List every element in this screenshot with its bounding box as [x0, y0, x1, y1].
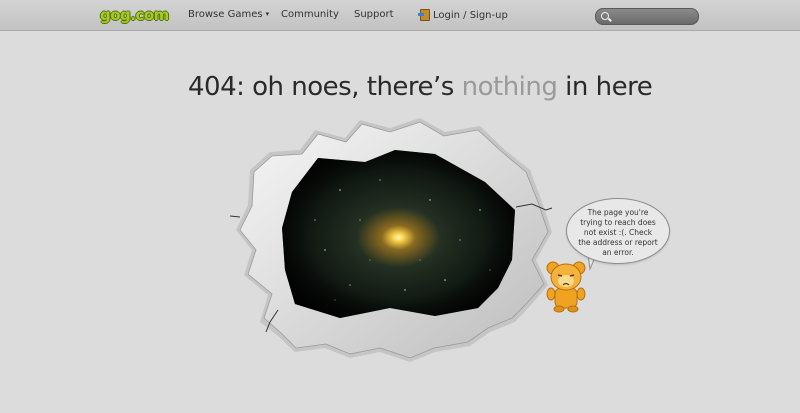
nav-login-label: Login / Sign-up	[433, 10, 508, 21]
login-key-icon	[418, 9, 430, 21]
nav-support[interactable]: Support	[354, 9, 394, 20]
page-title: 404: oh noes, there’s nothing in here	[188, 72, 653, 102]
top-navigation-bar: gog.com Browse Games ▾ Community Support …	[0, 0, 800, 31]
page-title-part1: 404: oh noes, there’s	[188, 72, 462, 102]
nav-login-signup[interactable]: Login / Sign-up	[418, 9, 508, 21]
search-icon[interactable]	[601, 12, 609, 20]
chevron-down-icon: ▾	[265, 10, 270, 18]
torn-hole-illustration	[230, 110, 560, 370]
nav-community[interactable]: Community	[281, 9, 339, 20]
nav-browse-games[interactable]: Browse Games ▾	[188, 9, 269, 20]
search-input[interactable]	[612, 10, 696, 24]
page-title-highlight: nothing	[461, 72, 558, 102]
gog-logo[interactable]: gog.com	[100, 6, 169, 24]
sad-mascot-icon	[546, 261, 586, 313]
nav-browse-games-label: Browse Games	[188, 9, 263, 20]
page-title-part2: in here	[557, 72, 653, 102]
error-message: The page you're trying to reach does not…	[578, 208, 658, 257]
search-box[interactable]	[595, 8, 699, 25]
